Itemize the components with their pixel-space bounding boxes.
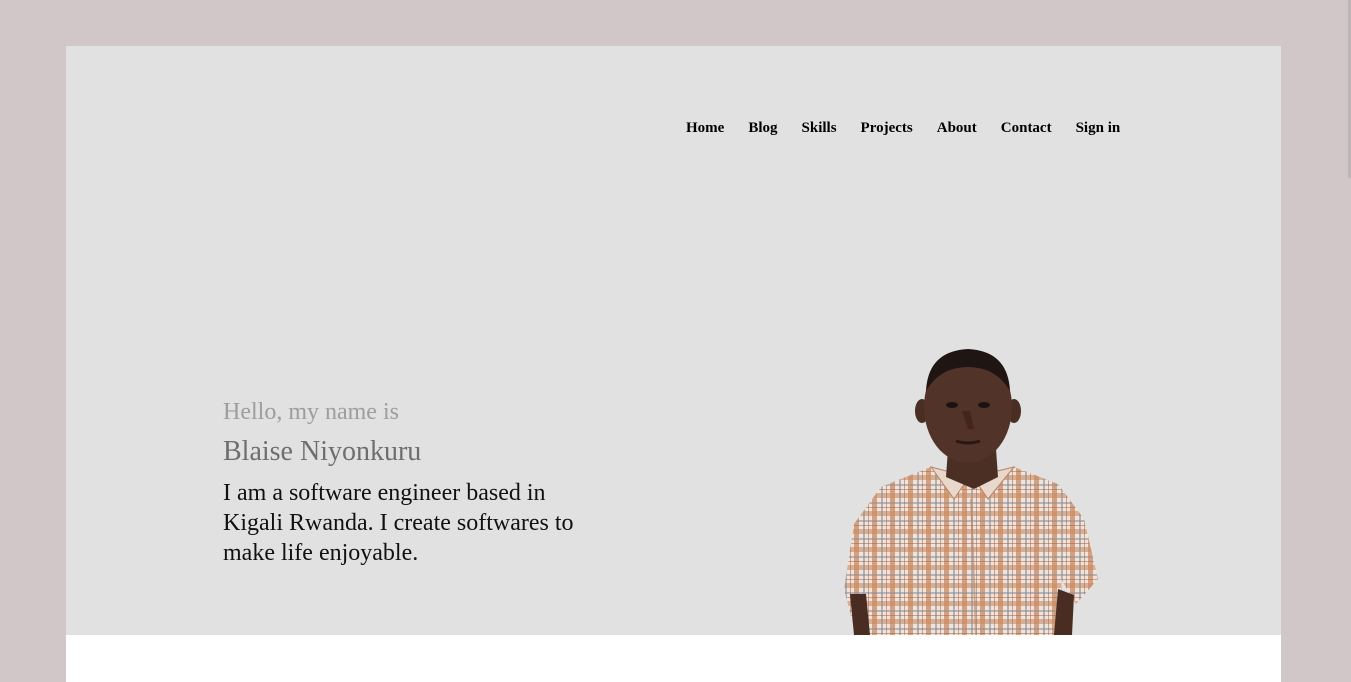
nav-contact-link[interactable]: Contact [1001,118,1052,138]
nav-blog-link[interactable]: Blog [748,118,777,138]
hero-greeting: Hello, my name is [223,399,399,425]
nav-skills-link[interactable]: Skills [802,118,837,138]
hero-bio: I am a software engineer based in Kigali… [223,480,574,566]
nav-home-link[interactable]: Home [686,118,724,138]
portrait-image [844,349,1098,635]
hero-intro: Hello, my name is Blaise Niyonkuru I am … [223,398,603,568]
hero-name: Blaise Niyonkuru [223,436,422,467]
nav-sign-in-link[interactable]: Sign in [1076,118,1121,138]
nav-projects-link[interactable]: Projects [861,118,913,138]
hero-section: Home Blog Skills Projects About Contact … [66,46,1281,635]
page-container: Home Blog Skills Projects About Contact … [66,46,1281,682]
nav-about-link[interactable]: About [937,118,977,138]
main-nav: Home Blog Skills Projects About Contact … [686,118,1144,138]
